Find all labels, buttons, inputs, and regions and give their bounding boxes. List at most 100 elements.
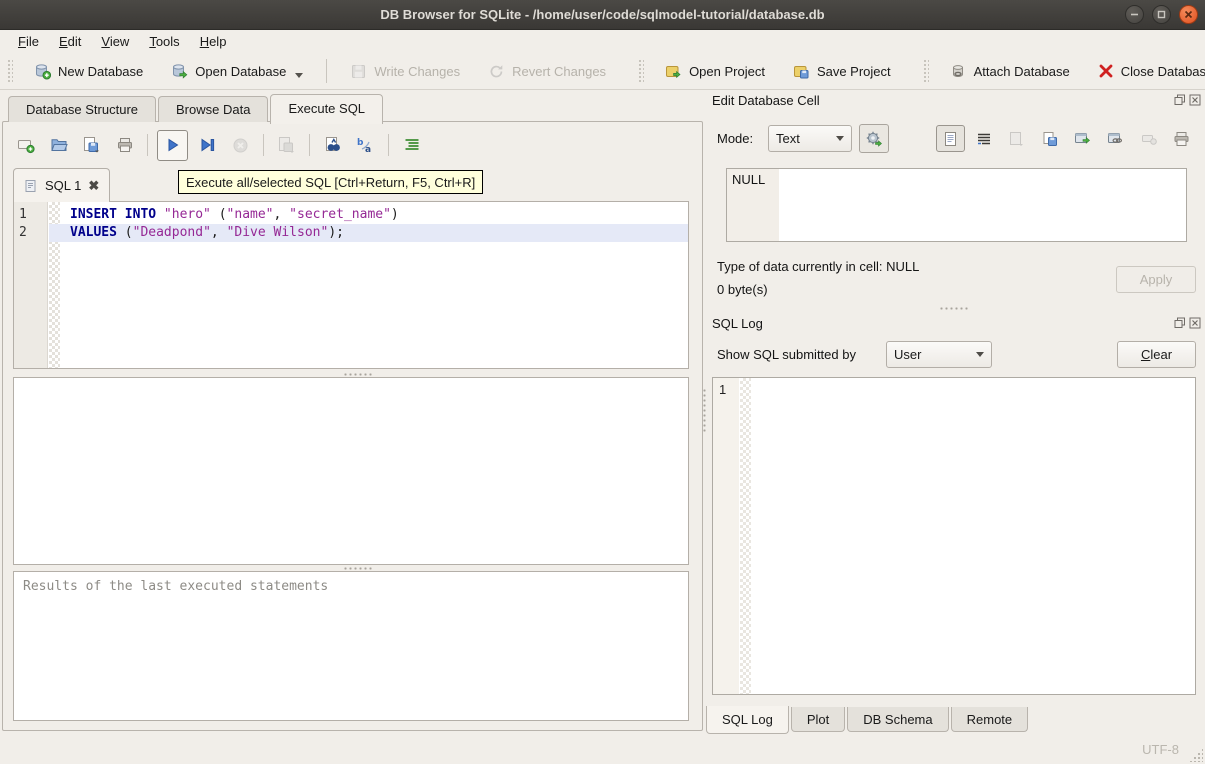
project-open-icon (665, 63, 682, 80)
attach-database-button[interactable]: Attach Database (941, 58, 1079, 85)
word-wrap-button[interactable] (969, 125, 998, 152)
text-document-icon (943, 131, 958, 147)
close-button[interactable] (1179, 5, 1198, 24)
cell-editor-box[interactable]: NULL (726, 168, 1187, 242)
mode-label: Mode: (717, 131, 753, 146)
toolbar-separator (388, 134, 389, 156)
print-icon (1173, 131, 1190, 147)
splitter-handle[interactable] (939, 306, 969, 311)
find-replace-button[interactable]: b a (352, 132, 379, 159)
open-database-button[interactable]: Open Database (162, 58, 312, 85)
toolbar-drag-handle[interactable] (7, 59, 13, 83)
results-grid-pane[interactable] (13, 377, 689, 565)
sql-code-editor[interactable]: 1 2 INSERT INTO "hero" ("name", "secret_… (13, 201, 689, 369)
menu-tools[interactable]: Tools (139, 32, 189, 51)
set-null-button (1134, 125, 1163, 152)
menu-file[interactable]: File (8, 32, 49, 51)
find-icon (324, 136, 342, 154)
sql-string: "hero" (164, 207, 211, 222)
sql-string: "secret_name" (289, 207, 391, 222)
project-save-icon (793, 63, 810, 80)
tab-label: Database Structure (26, 102, 138, 117)
tab-database-structure[interactable]: Database Structure (8, 96, 156, 122)
svg-text:b: b (357, 138, 364, 148)
new-database-button[interactable]: New Database (25, 58, 152, 85)
minimize-button[interactable] (1125, 5, 1144, 24)
save-project-button[interactable]: Save Project (784, 58, 900, 85)
close-panel-icon[interactable] (1189, 317, 1201, 329)
float-panel-icon[interactable] (1174, 94, 1186, 106)
chevron-down-icon (295, 73, 303, 78)
dock-tab-plot[interactable]: Plot (791, 707, 845, 732)
float-panel-icon[interactable] (1174, 317, 1186, 329)
open-sql-file-button[interactable] (45, 132, 72, 159)
print-cell-button[interactable] (1167, 125, 1196, 152)
window-link-icon (1107, 131, 1124, 146)
line-number: 1 (14, 206, 47, 224)
tab-label: Remote (967, 712, 1013, 727)
save-results-icon (277, 136, 297, 154)
format-lines-icon (403, 136, 421, 154)
menu-help[interactable]: Help (190, 32, 237, 51)
edit-cell-header: Edit Database Cell (712, 93, 820, 108)
save-sql-file-button[interactable] (78, 132, 105, 159)
toolbar-drag-handle[interactable] (923, 59, 929, 83)
dock-tab-db-schema[interactable]: DB Schema (847, 707, 948, 732)
log-filter-value: User (894, 347, 921, 362)
toolbar-drag-handle[interactable] (638, 59, 644, 83)
sql-tab-sql1[interactable]: SQL 1 ✖ (13, 168, 110, 202)
auto-apply-button[interactable] (859, 124, 889, 153)
log-filter-dropdown[interactable]: User (886, 341, 992, 368)
execute-all-button[interactable] (157, 130, 188, 161)
resize-grip[interactable] (1189, 748, 1203, 762)
close-panel-icon[interactable] (1189, 94, 1201, 106)
sql-text (156, 207, 164, 222)
new-sql-tab-button[interactable] (12, 132, 39, 159)
menu-view[interactable]: View (91, 32, 139, 51)
clear-log-button[interactable]: Clear (1117, 341, 1196, 368)
tab-browse-data[interactable]: Browse Data (158, 96, 268, 122)
tab-label: Browse Data (176, 102, 250, 117)
main-toolbar: New Database Open Database (0, 53, 1205, 90)
revert-changes-button: Revert Changes (479, 58, 615, 85)
find-button[interactable] (319, 132, 346, 159)
sql-log-view[interactable]: 1 (712, 377, 1196, 695)
dock-tab-remote[interactable]: Remote (951, 707, 1029, 732)
print-icon (116, 136, 134, 154)
maximize-button[interactable] (1152, 5, 1171, 24)
dock-tab-sql-log[interactable]: SQL Log (706, 706, 789, 734)
results-message-pane[interactable]: Results of the last executed statements (13, 571, 689, 721)
format-sql-button[interactable] (398, 132, 425, 159)
toolbar-button-label: Save Project (817, 64, 891, 79)
print-sql-button[interactable] (111, 132, 138, 159)
menu-edit[interactable]: Edit (49, 32, 91, 51)
sql-text: ); (328, 225, 344, 240)
link-data-button[interactable] (1101, 125, 1130, 152)
export-data-button[interactable] (1035, 125, 1064, 152)
toolbar-separator (147, 134, 148, 156)
tab-close-icon[interactable]: ✖ (88, 178, 99, 194)
close-database-button[interactable]: Close Database (1089, 58, 1205, 84)
titlebar: DB Browser for SQLite - /home/user/code/… (0, 0, 1205, 30)
sql-editor-toolbar: b a (9, 128, 428, 162)
write-changes-button: Write Changes (341, 58, 469, 85)
mode-dropdown[interactable]: Text (768, 125, 852, 152)
execute-line-button[interactable] (194, 132, 221, 159)
database-open-icon (171, 63, 188, 80)
open-in-external-button[interactable] (1068, 125, 1097, 152)
chevron-down-icon (836, 136, 844, 141)
cell-type-info: Type of data currently in cell: NULL (717, 259, 919, 274)
cell-content: NULL (732, 172, 765, 187)
open-project-button[interactable]: Open Project (656, 58, 774, 85)
toolbar-separator (263, 134, 264, 156)
sql-string: "name" (227, 207, 274, 222)
tab-execute-sql[interactable]: Execute SQL (270, 94, 383, 124)
text-mode-button[interactable] (936, 125, 965, 152)
database-new-icon (34, 63, 51, 80)
sql-string: "Dive Wilson" (227, 225, 329, 240)
sql-tab-label: SQL 1 (45, 178, 81, 193)
sql-text: , (274, 207, 290, 222)
right-dock-area: Edit Database Cell Mode: Text (706, 90, 1205, 735)
toolbar-button-label: Revert Changes (512, 64, 606, 79)
app-window: DB Browser for SQLite - /home/user/code/… (0, 0, 1205, 764)
